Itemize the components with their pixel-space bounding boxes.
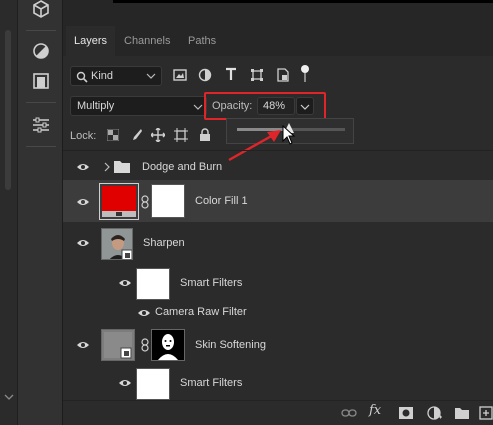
divider [26, 146, 56, 147]
opacity-value: 48% [263, 100, 286, 112]
search-icon [76, 71, 88, 83]
properties-sliders-icon[interactable] [28, 112, 54, 138]
chevron-down-icon [146, 72, 156, 80]
eye-visibility-icon[interactable] [118, 378, 132, 388]
link-chain-icon[interactable] [140, 195, 150, 209]
layer-row-smart-filters[interactable]: Smart Filters [63, 266, 493, 300]
link-layers-icon[interactable] [341, 407, 357, 419]
layer-name: Smart Filters [180, 277, 243, 289]
layer-name: Dodge and Burn [142, 161, 223, 173]
blend-mode-value: Multiply [77, 100, 115, 112]
eye-visibility-icon[interactable] [76, 340, 90, 350]
photoshop-layers-window: Layers Channels Paths Kind Multiply Opac… [0, 0, 493, 425]
new-adjustment-layer-icon[interactable] [427, 406, 443, 420]
new-layer-icon[interactable] [479, 406, 493, 420]
layer-name: Skin Softening [195, 339, 266, 351]
lock-artboard-icon[interactable] [174, 128, 188, 142]
folder-icon [114, 160, 130, 173]
panel-top-bar [63, 0, 493, 26]
chevron-down-icon [300, 103, 310, 111]
adjustments-icon[interactable] [28, 38, 54, 64]
panel-icon-strip [18, 0, 63, 425]
layer-name: Smart Filters [180, 377, 243, 389]
smart-filter-mask-thumbnail[interactable] [136, 268, 170, 300]
filter-name: Camera Raw Filter [155, 306, 247, 318]
layer-mask-thumbnail[interactable] [151, 329, 185, 361]
fill-color-swatch [102, 186, 136, 211]
lock-all-icon[interactable] [199, 128, 211, 142]
smart-object-thumbnail[interactable] [101, 329, 135, 361]
smart-object-thumbnail[interactable] [101, 228, 133, 260]
eye-visibility-icon[interactable] [76, 197, 90, 207]
layers-bottom-toolbar: fx [63, 400, 493, 425]
scrollbar-thumb[interactable] [5, 30, 11, 190]
layer-row-dodge-and-burn[interactable]: Dodge and Burn [63, 155, 493, 179]
link-chain-icon[interactable] [140, 338, 150, 352]
shape-layer-filter-icon[interactable] [250, 68, 264, 82]
fill-swatch-bar [102, 211, 136, 217]
left-scrollbar[interactable] [0, 0, 18, 425]
3d-cube-icon[interactable] [28, 0, 54, 22]
eye-visibility-icon[interactable] [137, 308, 151, 318]
tab-paths[interactable]: Paths [180, 26, 224, 56]
chevron-down-icon [193, 103, 203, 111]
layer-row-color-fill-1[interactable]: Color Fill 1 [63, 180, 493, 222]
layer-row-smart-filters[interactable]: Smart Filters [63, 366, 493, 400]
lock-image-pixels-icon[interactable] [129, 128, 143, 142]
eye-visibility-icon[interactable] [76, 162, 90, 172]
type-layer-filter-icon[interactable] [224, 67, 238, 81]
blend-mode-select[interactable]: Multiply [70, 96, 207, 116]
filter-toggle-icon[interactable] [299, 64, 311, 84]
smart-filter-mask-thumbnail[interactable] [136, 368, 170, 400]
lock-transparent-pixels-icon[interactable] [107, 129, 119, 141]
layer-row-sharpen[interactable]: Sharpen [63, 226, 493, 260]
layer-style-fx-icon[interactable]: fx [369, 403, 381, 418]
lock-position-icon[interactable] [151, 128, 165, 142]
adjustment-layer-filter-icon[interactable] [198, 68, 212, 82]
libraries-icon[interactable] [28, 68, 54, 94]
lock-label: Lock: [70, 130, 97, 142]
layer-mask-thumbnail[interactable] [151, 184, 185, 218]
filter-kind-label: Kind [91, 70, 114, 82]
filter-kind-select[interactable]: Kind [70, 66, 162, 86]
layer-name: Sharpen [143, 237, 185, 249]
opacity-input[interactable]: 48% [257, 97, 295, 115]
opacity-dropdown-button[interactable] [296, 97, 314, 115]
filter-row-camera-raw[interactable]: Camera Raw Filter [63, 303, 493, 321]
layer-row-skin-softening[interactable]: Skin Softening [63, 327, 493, 363]
tab-channels[interactable]: Channels [116, 26, 178, 56]
eye-visibility-icon[interactable] [76, 238, 90, 248]
smart-object-filter-icon[interactable] [276, 68, 290, 82]
tab-layers[interactable]: Layers [66, 26, 116, 56]
color-fill-thumbnail[interactable] [99, 183, 139, 220]
divider [26, 30, 56, 31]
group-expand-chevron-icon[interactable] [103, 162, 111, 172]
panel-tabs: Layers Channels Paths [63, 26, 493, 56]
layers-panel: Layers Channels Paths Kind Multiply Opac… [63, 0, 493, 425]
add-mask-icon[interactable] [399, 407, 413, 419]
divider [26, 102, 56, 103]
layer-name: Color Fill 1 [195, 195, 248, 207]
opacity-label: Opacity: [212, 100, 253, 112]
pixel-layer-filter-icon[interactable] [173, 68, 187, 82]
chevron-down-icon[interactable] [3, 392, 15, 402]
divider [63, 150, 493, 151]
eye-visibility-icon[interactable] [118, 278, 132, 288]
new-group-folder-icon[interactable] [455, 407, 469, 419]
